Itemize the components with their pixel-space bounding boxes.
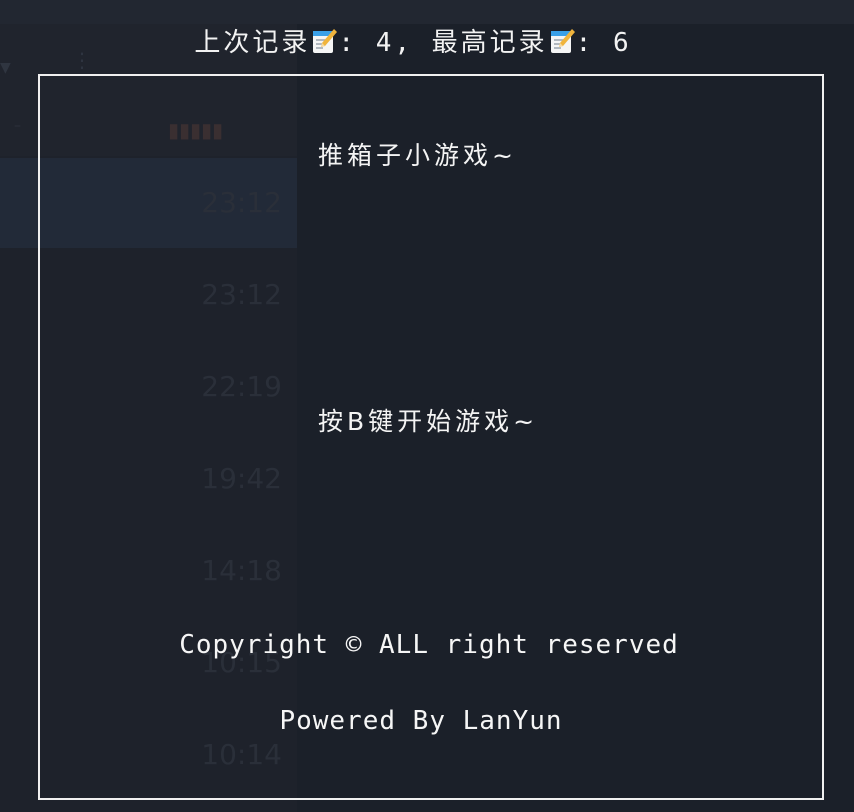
memo-icon: [313, 29, 338, 53]
last-record-value: 4: [375, 28, 395, 58]
best-record-label: 最高记录: [431, 28, 548, 58]
best-record-value: 6: [612, 28, 632, 58]
score-line: 上次记录 : 4, 最高记录 : 6: [0, 22, 826, 59]
background-topbar: [0, 0, 854, 24]
memo-icon: [550, 29, 575, 53]
dash-icon: –: [14, 118, 21, 134]
game-screen: ▼ ⋮ – ▮▮▮▮▮ 23:12 23:12 22:19 19:42 14:1…: [0, 0, 854, 812]
colon: :: [338, 28, 376, 58]
chevron-down-icon: ▼: [0, 60, 11, 76]
game-title: 推箱子小游戏~: [318, 141, 517, 170]
powered-by-text: Powered By LanYun: [279, 706, 563, 736]
copyright-text: Copyright © ALL right reserved: [179, 630, 679, 660]
start-hint: 按B键开始游戏~: [318, 407, 539, 436]
separator: ,: [394, 28, 432, 58]
last-record-label: 上次记录: [194, 28, 311, 58]
colon: :: [575, 28, 613, 58]
